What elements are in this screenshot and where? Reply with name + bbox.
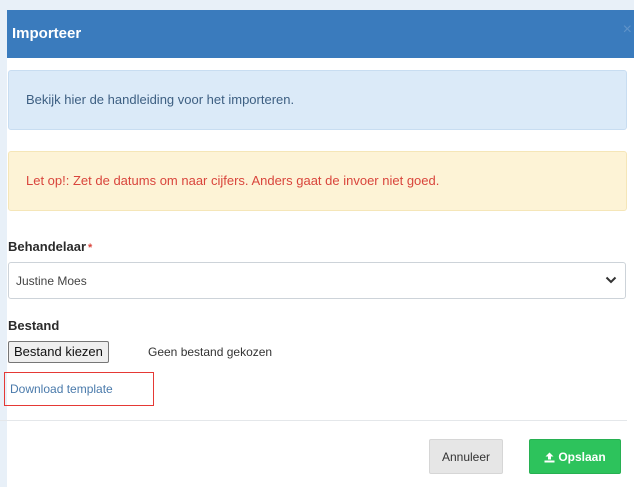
behandelaar-select-value: Justine Moes [16,274,87,288]
choose-file-button[interactable]: Bestand kiezen [8,341,109,363]
download-link-highlight: Download template [4,372,154,406]
behandelaar-label-text: Behandelaar [8,239,87,254]
footer-divider [0,420,627,421]
modal-title: Importeer [12,25,82,42]
chevron-down-icon [605,276,617,284]
upload-icon [544,452,555,462]
bestand-label: Bestand [8,318,60,333]
cancel-button[interactable]: Annuleer [429,439,503,474]
close-icon[interactable]: × [623,21,632,39]
save-button[interactable]: Opslaan [529,439,621,474]
info-alert-text: Bekijk hier de handleiding voor het impo… [26,92,295,107]
required-mark: * [88,242,93,254]
file-status-text: Geen bestand gekozen [148,345,273,359]
save-button-label: Opslaan [558,449,606,464]
warning-alert-text: Let op!: Zet de datums om naar cijfers. … [26,173,440,188]
behandelaar-label: Behandelaar * [8,239,92,254]
info-alert: Bekijk hier de handleiding voor het impo… [8,70,627,130]
warning-alert: Let op!: Zet de datums om naar cijfers. … [8,151,627,211]
behandelaar-select[interactable]: Justine Moes [8,262,626,299]
modal-header: Importeer × [7,10,634,58]
download-template-link[interactable]: Download template [10,382,113,396]
